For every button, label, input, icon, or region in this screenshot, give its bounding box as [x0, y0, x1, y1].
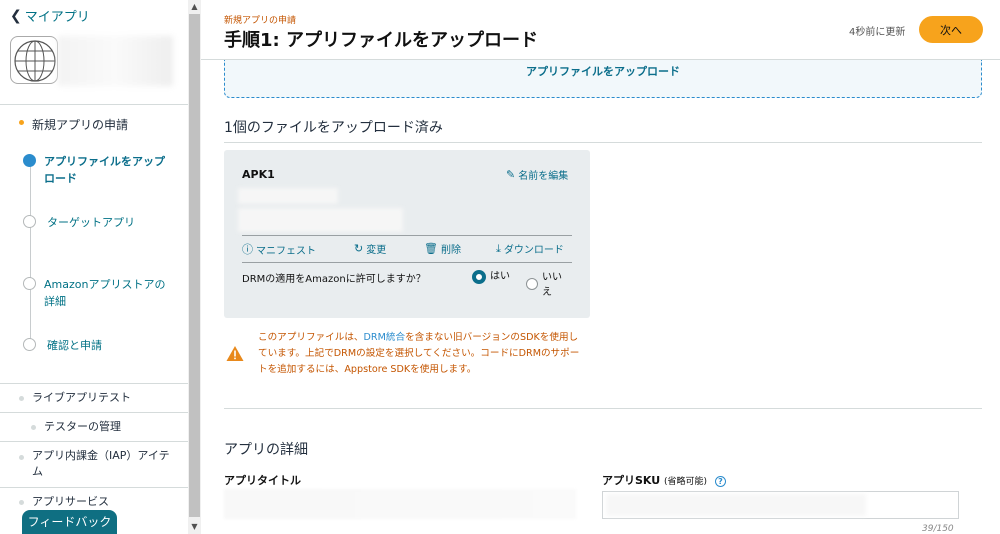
chevron-left-icon: ❮: [10, 7, 22, 24]
rename-label: 名前を編集: [518, 171, 569, 182]
page-title: 手順1: アプリファイルをアップロード: [224, 30, 538, 51]
step-upload[interactable]: アプリファイルをアップロード: [23, 153, 178, 187]
step-label: ターゲットアプリ: [47, 216, 135, 229]
last-updated-text: 4秒前に更新: [849, 27, 906, 38]
download-link[interactable]: ⤓ ダウンロード: [496, 241, 564, 257]
apk-title: APK1: [242, 168, 275, 181]
trash-icon: 🗑: [424, 242, 438, 255]
drm-no-label[interactable]: いいえ: [542, 270, 562, 300]
download-label: ダウンロード: [503, 245, 564, 256]
sidebar-item-app-services[interactable]: アプリサービス: [32, 494, 109, 510]
app-details-heading: アプリの詳細: [224, 442, 308, 458]
app-sku-label: アプリSKU: [602, 474, 661, 487]
drm-yes-radio[interactable]: [472, 270, 486, 284]
step-indicator: [23, 277, 36, 290]
app-name-redacted: [58, 36, 173, 86]
section-divider: [224, 142, 982, 143]
sidebar-scrollbar[interactable]: ▲ ▼: [188, 0, 201, 534]
steps-connector-line: [30, 166, 31, 346]
upload-dropzone[interactable]: アプリファイルをアップロード: [224, 60, 982, 98]
card-divider: [242, 235, 572, 236]
app-title-input[interactable]: [224, 489, 576, 519]
step-indicator: [23, 215, 36, 228]
app-icon: [10, 36, 58, 84]
scroll-up-arrow-icon[interactable]: ▲: [188, 0, 201, 13]
sidebar-divider: [0, 383, 188, 384]
step-indicator: [23, 338, 36, 351]
section-divider: [224, 408, 982, 409]
drm-warning-message: このアプリファイルは、DRM統合を含まない旧バージョンのSDKを使用しています。…: [258, 330, 583, 378]
manifest-link[interactable]: ⓘ マニフェスト: [242, 241, 316, 257]
scroll-thumb[interactable]: [189, 14, 200, 517]
delete-label: 削除: [440, 245, 461, 256]
change-label: 変更: [366, 245, 387, 256]
section-bullet: [19, 120, 24, 125]
sku-value-redacted: [606, 494, 866, 516]
sidebar-item-manage-testers[interactable]: テスターの管理: [44, 419, 121, 435]
warning-text-part: このアプリファイルは、: [258, 332, 364, 343]
feedback-button[interactable]: フィードバック: [22, 510, 117, 534]
drm-yes-label[interactable]: はい: [490, 270, 510, 284]
apk-filename-redacted: [238, 188, 338, 204]
drm-integration-link[interactable]: DRM統合: [364, 332, 406, 343]
apk-card: APK1 ✎ 名前を編集 ⓘ マニフェスト ↻ 変更 🗑 削除 ⤓ ダウンロード…: [224, 150, 590, 318]
breadcrumb[interactable]: 新規アプリの申請: [224, 13, 296, 26]
rename-link[interactable]: ✎ 名前を編集: [506, 167, 568, 182]
sidebar-section-title: 新規アプリの申請: [32, 118, 129, 132]
drm-question: DRMの適用をAmazonに許可しますか？: [242, 274, 426, 285]
step-review-submit[interactable]: 確認と申請: [23, 337, 178, 354]
change-link[interactable]: ↻ 変更: [354, 241, 386, 256]
app-sku-label-group: アプリSKU (省略可能) ?: [602, 472, 726, 488]
download-icon: ⤓: [496, 241, 501, 255]
apk-details-redacted: [238, 208, 403, 232]
globe-icon: [14, 40, 56, 82]
pencil-icon: ✎: [506, 168, 516, 181]
card-divider: [242, 262, 572, 263]
optional-label: (省略可能): [664, 477, 708, 487]
step-indicator-active: [23, 154, 36, 167]
nav-bullet: [19, 396, 24, 401]
back-link-label: マイアプリ: [24, 10, 90, 25]
sidebar-divider: [0, 441, 188, 442]
step-appstore-details[interactable]: Amazonアプリストアの詳細: [23, 276, 178, 310]
sidebar-item-live-app-testing[interactable]: ライブアプリテスト: [32, 390, 131, 406]
step-label: 確認と申請: [47, 339, 102, 352]
sidebar: ❮ マイアプリ 新規アプリの申請 アプリファイルをアップロード ターゲットアプリ…: [0, 0, 188, 534]
sidebar-divider: [0, 412, 188, 413]
back-to-my-apps-link[interactable]: ❮ マイアプリ: [10, 6, 90, 26]
warning-icon: [226, 346, 244, 361]
step-label: Amazonアプリストアの詳細: [44, 278, 166, 308]
info-icon: ⓘ: [242, 243, 253, 256]
drm-no-radio[interactable]: [526, 278, 538, 290]
nav-bullet: [19, 455, 24, 460]
help-icon[interactable]: ?: [714, 475, 726, 487]
step-label: アプリファイルをアップロード: [44, 155, 165, 185]
delete-link[interactable]: 🗑 削除: [424, 241, 461, 256]
redo-icon: ↻: [354, 242, 364, 255]
step-target-apps[interactable]: ターゲットアプリ: [23, 214, 178, 231]
nav-bullet: [31, 425, 36, 430]
sidebar-divider: [0, 104, 188, 105]
scroll-down-arrow-icon[interactable]: ▼: [188, 520, 201, 533]
next-button[interactable]: 次へ: [919, 16, 983, 43]
sku-char-counter: 39/150: [922, 524, 954, 534]
uploaded-files-heading: 1個のファイルをアップロード済み: [224, 120, 443, 136]
upload-label: アプリファイルをアップロード: [526, 65, 680, 78]
manifest-label: マニフェスト: [256, 245, 316, 257]
app-title-label: アプリタイトル: [224, 474, 301, 487]
sidebar-divider: [0, 487, 188, 488]
nav-bullet: [19, 500, 24, 505]
sidebar-item-iap-items[interactable]: アプリ内課金（IAP）アイテム: [32, 448, 177, 480]
main-content: 新規アプリの申請 手順1: アプリファイルをアップロード 4秒前に更新 次へ ア…: [201, 0, 1000, 534]
